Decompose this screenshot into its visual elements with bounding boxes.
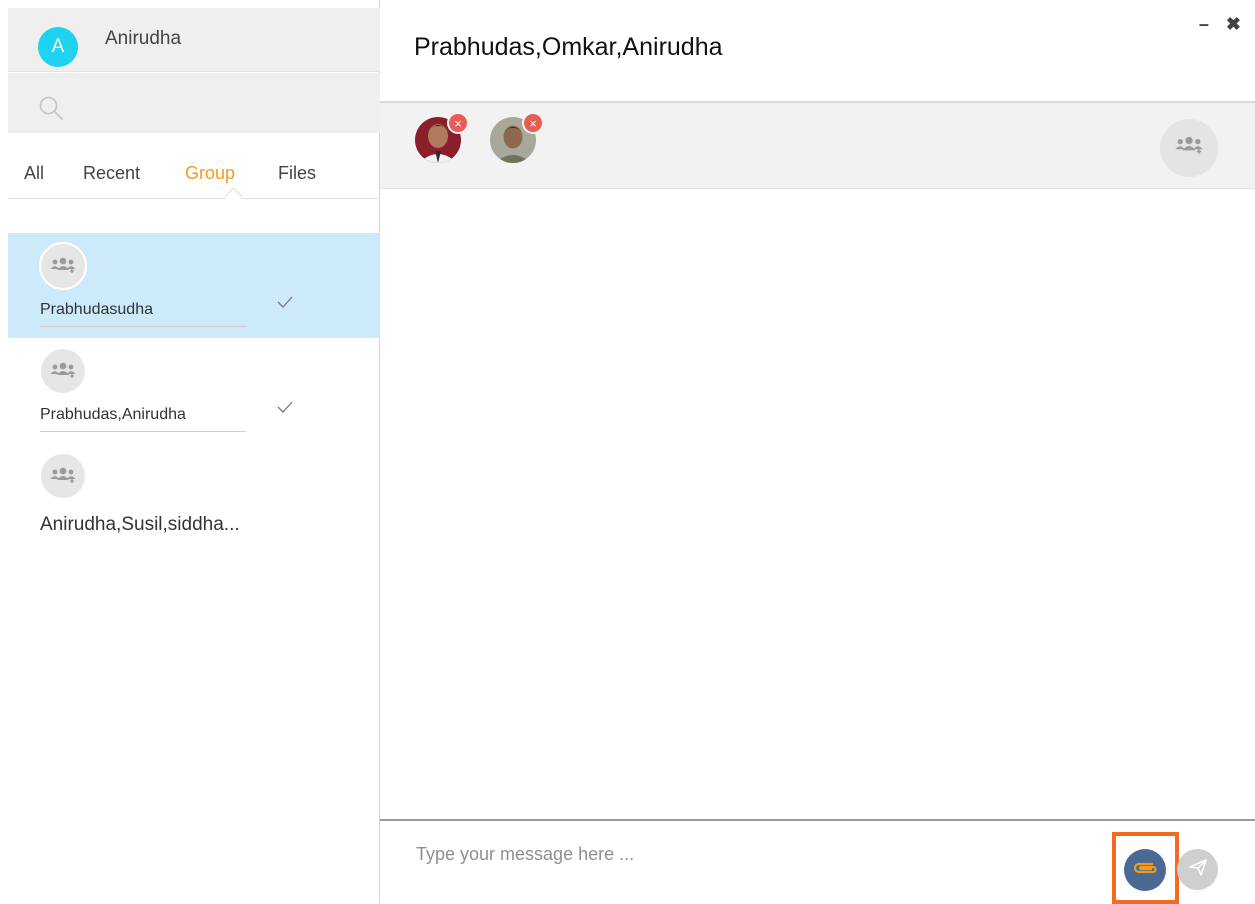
search-icon[interactable] [38, 95, 64, 126]
check-icon [276, 400, 294, 419]
remove-member-button[interactable]: × [522, 112, 544, 134]
close-button[interactable]: ✖ [1226, 14, 1241, 35]
message-input[interactable] [416, 837, 1096, 871]
group-name: Prabhudas,Anirudha [40, 406, 246, 432]
group-icon [39, 242, 87, 290]
user-header: A Anirudha [8, 8, 380, 72]
group-icon [39, 347, 87, 395]
active-tab-indicator [224, 187, 243, 206]
message-composer [380, 819, 1255, 904]
member-avatar[interactable]: × [490, 112, 544, 163]
minimize-button[interactable]: – [1199, 14, 1209, 35]
tab-recent[interactable]: Recent [83, 163, 140, 184]
attach-button[interactable] [1124, 849, 1166, 891]
window-controls: – ✖ [1199, 14, 1241, 35]
paperclip-icon [1132, 860, 1158, 881]
members-bar: × × [380, 101, 1255, 189]
list-item-group[interactable]: Prabhudas,Anirudha [8, 338, 380, 443]
group-list: Prabhudasudha Prabhudas,Anirudha Anirudh… [8, 233, 380, 548]
group-icon [39, 452, 87, 500]
chat-title: Prabhudas,Omkar,Anirudha [414, 33, 723, 61]
user-name: Anirudha [105, 28, 182, 49]
user-avatar-initial: A [51, 36, 65, 57]
send-icon [1187, 856, 1209, 883]
list-item-group[interactable]: Anirudha,Susil,siddha... [8, 443, 380, 548]
send-button[interactable] [1177, 849, 1218, 890]
tab-files[interactable]: Files [278, 163, 316, 184]
user-avatar[interactable]: A [38, 27, 78, 67]
tab-bar: All Recent Group Files [8, 133, 380, 206]
search-bar[interactable] [8, 73, 380, 133]
chat-panel: Prabhudas,Omkar,Anirudha – ✖ × × Type yo… [380, 0, 1255, 904]
add-member-button[interactable] [1160, 119, 1218, 177]
add-group-icon [1173, 135, 1205, 162]
check-icon [276, 295, 294, 314]
tab-all[interactable]: All [24, 163, 44, 184]
group-name: Anirudha,Susil,siddha... [40, 514, 240, 535]
list-item-group[interactable]: Prabhudasudha [8, 233, 380, 338]
group-name: Prabhudasudha [40, 301, 246, 327]
remove-member-button[interactable]: × [447, 112, 469, 134]
tab-group[interactable]: Group [185, 163, 235, 184]
member-avatar[interactable]: × [415, 112, 469, 163]
sidebar: A Anirudha All Recent Group Files Prabhu… [8, 0, 380, 903]
